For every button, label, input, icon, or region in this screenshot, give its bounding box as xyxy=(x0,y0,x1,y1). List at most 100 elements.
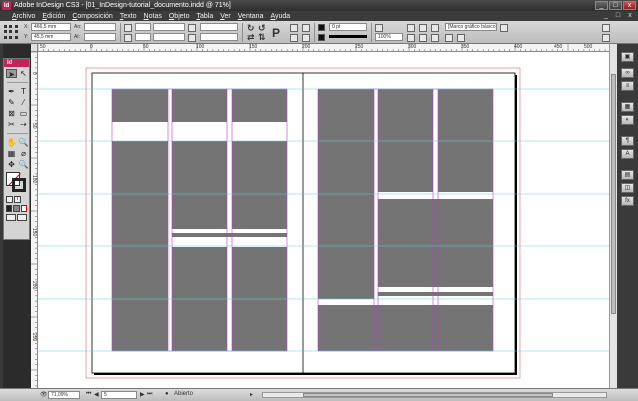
paragraph-panel-icon[interactable]: ¶ xyxy=(621,136,634,146)
select-container-icon[interactable] xyxy=(290,24,298,32)
panel-menu-icon[interactable] xyxy=(602,24,610,32)
clear-overrides-icon[interactable] xyxy=(445,34,453,42)
shear-field[interactable] xyxy=(153,33,185,41)
rectangle-tool-icon[interactable]: ▭ xyxy=(18,109,29,118)
rotate-icon[interactable] xyxy=(188,24,196,32)
rectangle-frame-tool-icon[interactable]: ⊠ xyxy=(6,109,17,118)
note-tool-icon[interactable]: ✥ xyxy=(6,160,17,169)
image-frame[interactable] xyxy=(172,233,287,237)
text-wrap-icon[interactable] xyxy=(407,34,415,42)
apply-none-icon[interactable] xyxy=(20,205,27,212)
image-frame[interactable] xyxy=(438,89,493,192)
measure-tool-icon[interactable]: 🔍 xyxy=(18,160,29,169)
object-style-dropdown[interactable]: [Marco gráfico básico]+ xyxy=(445,23,497,31)
ruler-origin[interactable] xyxy=(31,44,38,52)
menu-texto[interactable]: Texto xyxy=(120,13,137,20)
select-content-icon[interactable] xyxy=(290,34,298,42)
menu-ver[interactable]: Ver xyxy=(220,13,231,20)
status-menu-icon[interactable]: ▸ xyxy=(250,391,253,398)
shear-icon[interactable] xyxy=(188,34,196,42)
menu-edicion[interactable]: Edición xyxy=(42,13,65,20)
menu-archivo[interactable]: Archivo xyxy=(12,13,35,20)
hand-tool-icon[interactable]: ✋ xyxy=(6,138,17,147)
color-panel-icon[interactable]: ◐ xyxy=(621,115,634,125)
links-panel-icon[interactable]: ∞ xyxy=(621,68,634,78)
zoom-level-field[interactable]: 71,09% xyxy=(48,391,80,399)
pencil-tool-icon[interactable]: ✎ xyxy=(6,98,17,107)
type-tool-icon[interactable]: T xyxy=(18,87,29,96)
fill-stroke-widget[interactable] xyxy=(6,172,28,194)
direct-selection-tool-icon[interactable]: ↖ xyxy=(18,69,29,78)
zoom-tool-icon[interactable]: 🔍 xyxy=(18,138,29,147)
image-frame[interactable] xyxy=(232,89,287,122)
preview-view-icon[interactable] xyxy=(17,214,27,221)
previous-page-icon[interactable]: ◀ xyxy=(94,391,99,398)
menu-tabla[interactable]: Tabla xyxy=(196,13,213,20)
pasteboard[interactable] xyxy=(38,52,609,388)
scale-y-field[interactable] xyxy=(135,33,151,41)
vertical-ruler[interactable]: 0 50 100 150 200 250 xyxy=(31,52,38,388)
scissors-tool-icon[interactable]: ✂ xyxy=(6,120,17,129)
first-page-icon[interactable]: ⏮ xyxy=(86,391,91,398)
stroke-swatch[interactable] xyxy=(318,34,325,41)
menu-ventana[interactable]: Ventana xyxy=(238,13,264,20)
horizontal-scroll-thumb[interactable] xyxy=(303,393,553,397)
select-previous-icon[interactable] xyxy=(302,24,310,32)
skew-field[interactable] xyxy=(200,33,238,41)
horizontal-ruler[interactable]: 50 0 50 100 150 200 250 300 350 400 450 … xyxy=(38,44,609,52)
new-style-icon[interactable] xyxy=(457,34,465,42)
doc-minimize-button[interactable]: _ xyxy=(602,12,610,19)
width-field[interactable] xyxy=(84,23,116,31)
stroke-type-selector[interactable] xyxy=(329,35,367,38)
flip-horizontal-icon[interactable]: ⇄ xyxy=(247,32,255,43)
image-frame[interactable] xyxy=(378,292,493,296)
vertical-scroll-thumb[interactable] xyxy=(611,74,616,314)
fit-frame-icon[interactable] xyxy=(419,34,427,42)
format-container-icon[interactable] xyxy=(6,196,13,203)
close-button[interactable]: x xyxy=(623,1,636,10)
image-frame[interactable] xyxy=(172,89,227,122)
menu-notas[interactable]: Notas xyxy=(144,13,162,20)
gradient-tool-icon[interactable]: ▦ xyxy=(6,149,17,158)
vertical-scrollbar[interactable] xyxy=(609,44,617,388)
image-frame[interactable] xyxy=(172,141,227,229)
document-spread[interactable] xyxy=(38,52,609,388)
apply-gradient-icon[interactable] xyxy=(13,205,20,212)
control-options-icon[interactable] xyxy=(602,34,610,42)
free-transform-tool-icon[interactable]: ⇢ xyxy=(18,120,29,129)
height-field[interactable] xyxy=(84,33,116,41)
layers-panel-icon[interactable]: ◫ xyxy=(621,183,634,193)
menu-objeto[interactable]: Objeto xyxy=(169,13,190,20)
select-next-icon[interactable] xyxy=(302,34,310,42)
opacity-field[interactable]: 100% xyxy=(375,33,403,41)
menu-ayuda[interactable]: Ayuda xyxy=(270,13,290,20)
rotation-field[interactable] xyxy=(153,23,185,31)
pen-tool-icon[interactable]: ✒ xyxy=(6,87,17,96)
stroke-weight-field[interactable]: 0 pt xyxy=(329,23,367,31)
effects-icon[interactable] xyxy=(375,24,383,32)
stroke-color-icon[interactable] xyxy=(12,178,26,192)
selection-tool-icon[interactable]: ➤ xyxy=(6,69,17,79)
image-frame[interactable] xyxy=(318,305,493,351)
image-frame[interactable] xyxy=(232,141,287,229)
menu-composicion[interactable]: Composición xyxy=(72,13,112,20)
x-position-field[interactable]: 466,5 mm xyxy=(31,23,71,31)
page-number-field[interactable]: 5 xyxy=(101,391,137,399)
swatches-panel-icon[interactable]: ▦ xyxy=(621,102,634,112)
maximize-button[interactable]: □ xyxy=(609,1,622,10)
y-position-field[interactable]: 45,5 mm xyxy=(31,33,71,41)
fill-swatch[interactable] xyxy=(318,24,325,31)
image-frame[interactable] xyxy=(112,89,168,122)
normal-view-icon[interactable] xyxy=(6,214,16,221)
effects-panel-icon[interactable]: fx xyxy=(621,196,634,206)
object-style-menu-icon[interactable] xyxy=(500,24,508,32)
image-frame[interactable] xyxy=(378,89,433,192)
format-text-icon[interactable]: T xyxy=(14,196,21,203)
fill-proportionally-icon[interactable] xyxy=(431,34,439,42)
horizontal-scrollbar[interactable] xyxy=(262,392,607,398)
line-tool-icon[interactable]: ⁄ xyxy=(18,98,29,107)
apply-color-icon[interactable] xyxy=(6,205,13,212)
angle-field[interactable] xyxy=(200,23,238,31)
last-page-icon[interactable]: ⏭ xyxy=(147,391,152,398)
scale-x-field[interactable] xyxy=(135,23,151,31)
